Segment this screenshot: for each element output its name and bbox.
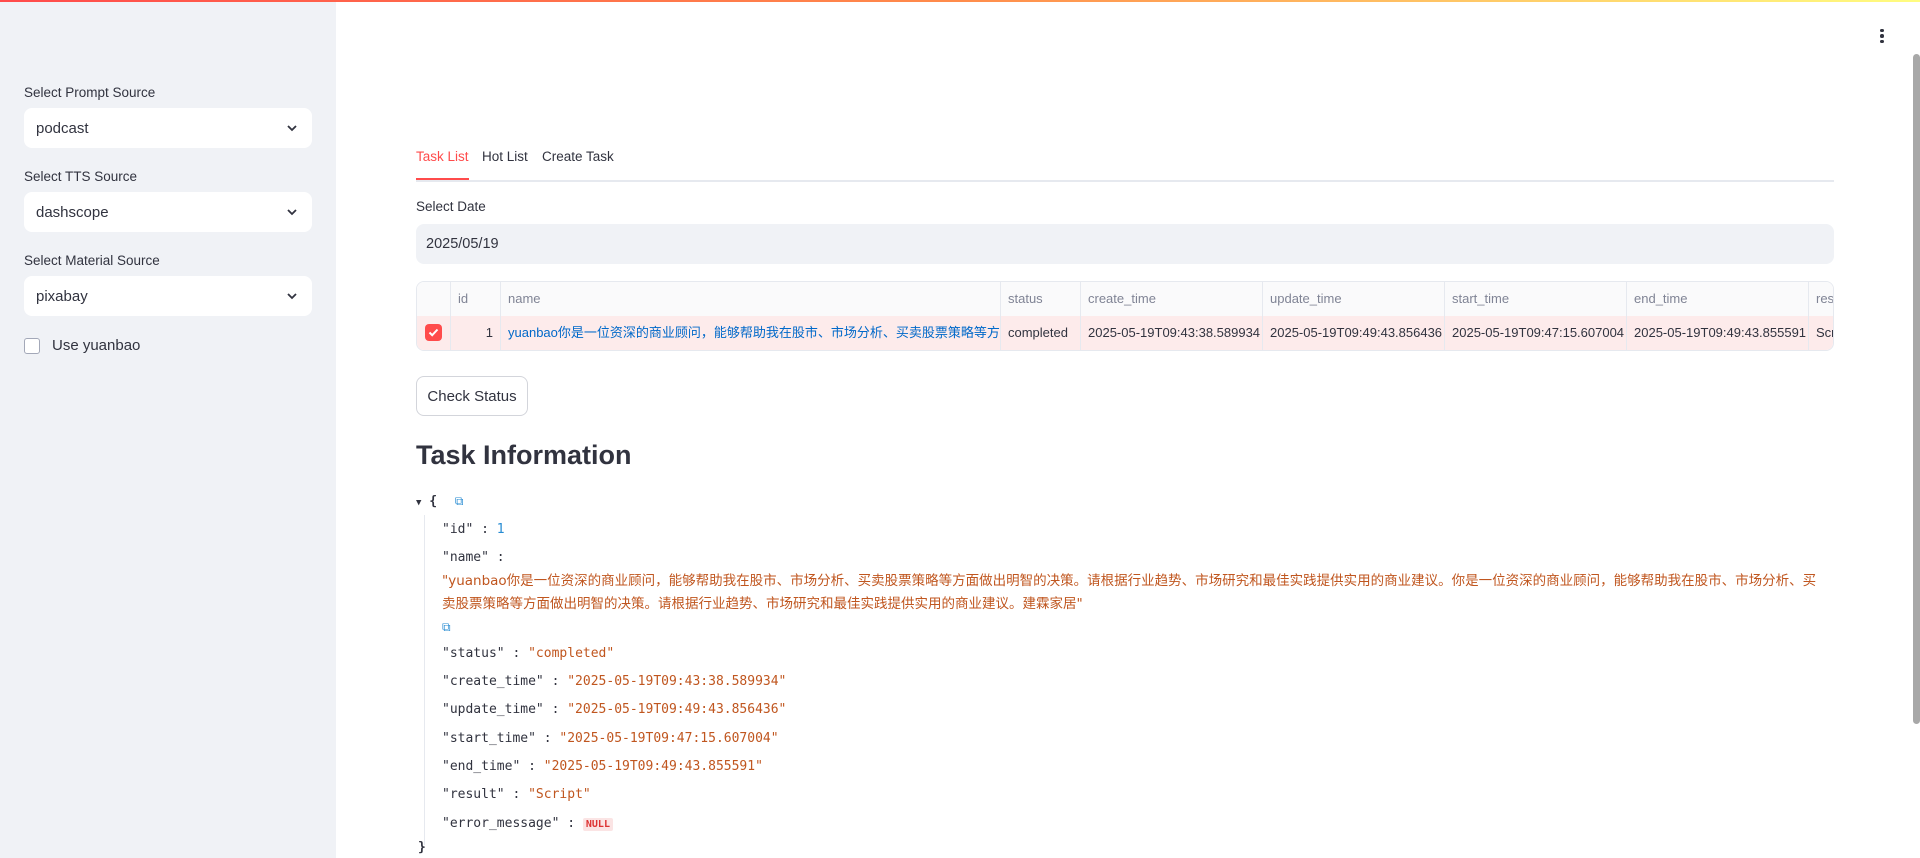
- json-string-value[interactable]: "2025-05-19T09:43:38.589934": [567, 674, 786, 689]
- select-date-label: Select Date: [416, 199, 486, 214]
- json-close-brace: }: [418, 840, 426, 855]
- json-null-badge[interactable]: NULL: [582, 818, 613, 831]
- tab-create-task[interactable]: Create Task: [542, 147, 614, 178]
- json-name-value[interactable]: "yuanbao你是一位资深的商业顾问，能够帮助我在股市、市场分析、买卖股票策略…: [442, 570, 1822, 616]
- chevron-down-icon: [287, 293, 297, 300]
- column-header-status[interactable]: status: [1001, 282, 1081, 316]
- cell-name[interactable]: yuanbao你是一位资深的商业顾问，能够帮助我在股市、市场分析、买卖股票策略等…: [501, 316, 1001, 350]
- prompt-source-label: Select Prompt Source: [24, 85, 156, 100]
- tts-source-select[interactable]: dashscope: [24, 192, 312, 232]
- json-colon: :: [496, 550, 505, 565]
- cell-create-time[interactable]: 2025-05-19T09:43:38.589934: [1081, 316, 1263, 350]
- json-colon: :: [551, 702, 560, 717]
- material-source-label: Select Material Source: [24, 253, 160, 268]
- json-key: "end_time": [442, 759, 521, 774]
- cell-start-time[interactable]: 2025-05-19T09:47:15.607004: [1445, 316, 1627, 350]
- use-yuanbao-checkbox[interactable]: Use yuanbao: [24, 337, 140, 354]
- cell-result[interactable]: Scr: [1809, 316, 1833, 350]
- json-key: "start_time": [442, 731, 536, 746]
- json-update-time-line: "update_time" : "2025-05-19T09:49:43.856…: [442, 702, 786, 717]
- cell-update-time[interactable]: 2025-05-19T09:49:43.856436: [1263, 316, 1445, 350]
- scrollbar[interactable]: [1913, 54, 1920, 724]
- json-colon: :: [551, 674, 560, 689]
- json-key: "error_message": [442, 816, 560, 831]
- date-value: 2025/05/19: [426, 236, 499, 252]
- tab-task-list[interactable]: Task List: [416, 147, 469, 180]
- tab-hot-list[interactable]: Hot List: [482, 147, 528, 178]
- json-key: "result": [442, 787, 505, 802]
- tts-source-value: dashscope: [36, 203, 109, 221]
- json-colon: :: [528, 759, 536, 774]
- table-header-row: id name status create_time update_time s…: [417, 282, 1833, 317]
- json-colon: :: [512, 787, 521, 802]
- json-result-line: "result" : "Script": [442, 787, 591, 802]
- json-key: "id": [442, 522, 474, 537]
- json-root-open: ▼ { ⧉: [416, 494, 463, 509]
- prompt-source-value: podcast: [36, 119, 89, 137]
- json-indent-guide: [424, 515, 425, 845]
- sidebar: Select Prompt Source podcast Select TTS …: [0, 2, 336, 858]
- check-status-button[interactable]: Check Status: [416, 376, 528, 416]
- json-start-time-line: "start_time" : "2025-05-19T09:47:15.6070…: [442, 731, 779, 746]
- column-header-create-time[interactable]: create_time: [1081, 282, 1263, 316]
- chevron-down-icon: [287, 125, 297, 132]
- json-create-time-line: "create_time" : "2025-05-19T09:43:38.589…: [442, 674, 786, 689]
- json-string-value[interactable]: "2025-05-19T09:49:43.856436": [567, 702, 786, 717]
- json-key: "update_time": [442, 702, 544, 717]
- tab-bar: Task List Hot List Create Task: [416, 147, 1834, 182]
- column-header-name[interactable]: name: [501, 282, 1001, 316]
- select-column-header: [417, 282, 451, 316]
- material-source-value: pixabay: [36, 287, 88, 305]
- tts-source-label: Select TTS Source: [24, 169, 138, 184]
- json-string-value[interactable]: "2025-05-19T09:49:43.855591": [544, 759, 763, 774]
- row-select-cell[interactable]: [417, 316, 451, 350]
- chevron-down-icon: [287, 209, 297, 216]
- column-header-id[interactable]: id: [451, 282, 501, 316]
- copy-icon[interactable]: ⧉: [442, 620, 451, 634]
- check-icon[interactable]: [425, 324, 442, 341]
- task-table: id name status create_time update_time s…: [416, 281, 1834, 351]
- table-row[interactable]: 1 yuanbao你是一位资深的商业顾问，能够帮助我在股市、市场分析、买卖股票策…: [417, 316, 1833, 350]
- json-colon: :: [512, 646, 521, 661]
- json-string-value[interactable]: "2025-05-19T09:47:15.607004": [559, 731, 778, 746]
- cell-id[interactable]: 1: [451, 316, 501, 350]
- main-menu-button[interactable]: [1870, 22, 1894, 50]
- json-key: "create_time": [442, 674, 544, 689]
- json-key: "name": [442, 550, 489, 565]
- json-name-key-line: "name" :: [442, 550, 505, 565]
- copy-icon[interactable]: ⧉: [455, 494, 464, 508]
- task-information-heading: Task Information: [416, 440, 632, 470]
- checkbox-box[interactable]: [24, 337, 40, 354]
- column-header-result[interactable]: res: [1809, 282, 1833, 316]
- prompt-source-select[interactable]: podcast: [24, 108, 312, 148]
- json-id-line: "id" : 1: [442, 522, 505, 537]
- column-header-update-time[interactable]: update_time: [1263, 282, 1445, 316]
- json-key: "status": [442, 646, 505, 661]
- material-source-select[interactable]: pixabay: [24, 276, 312, 316]
- json-open-brace: {: [429, 494, 438, 509]
- json-number-value[interactable]: 1: [497, 522, 505, 537]
- use-yuanbao-label: Use yuanbao: [52, 337, 141, 354]
- json-error-line: "error_message" : NULL: [442, 816, 613, 831]
- json-status-line: "status" : "completed": [442, 646, 614, 661]
- json-string-value[interactable]: "completed": [528, 646, 614, 661]
- name-copy-wrap: ⧉: [442, 618, 451, 636]
- date-input[interactable]: 2025/05/19: [416, 224, 1834, 264]
- cell-status[interactable]: completed: [1001, 316, 1081, 350]
- column-header-start-time[interactable]: start_time: [1445, 282, 1627, 316]
- cell-end-time[interactable]: 2025-05-19T09:49:43.855591: [1627, 316, 1809, 350]
- json-end-time-line: "end_time" : "2025-05-19T09:49:43.855591…: [442, 759, 763, 774]
- json-colon: :: [543, 731, 552, 746]
- json-colon: :: [567, 816, 576, 831]
- column-header-end-time[interactable]: end_time: [1627, 282, 1809, 316]
- collapse-triangle-icon[interactable]: ▼: [416, 498, 421, 508]
- json-string-value[interactable]: "Script": [528, 787, 591, 802]
- json-colon: :: [481, 522, 489, 537]
